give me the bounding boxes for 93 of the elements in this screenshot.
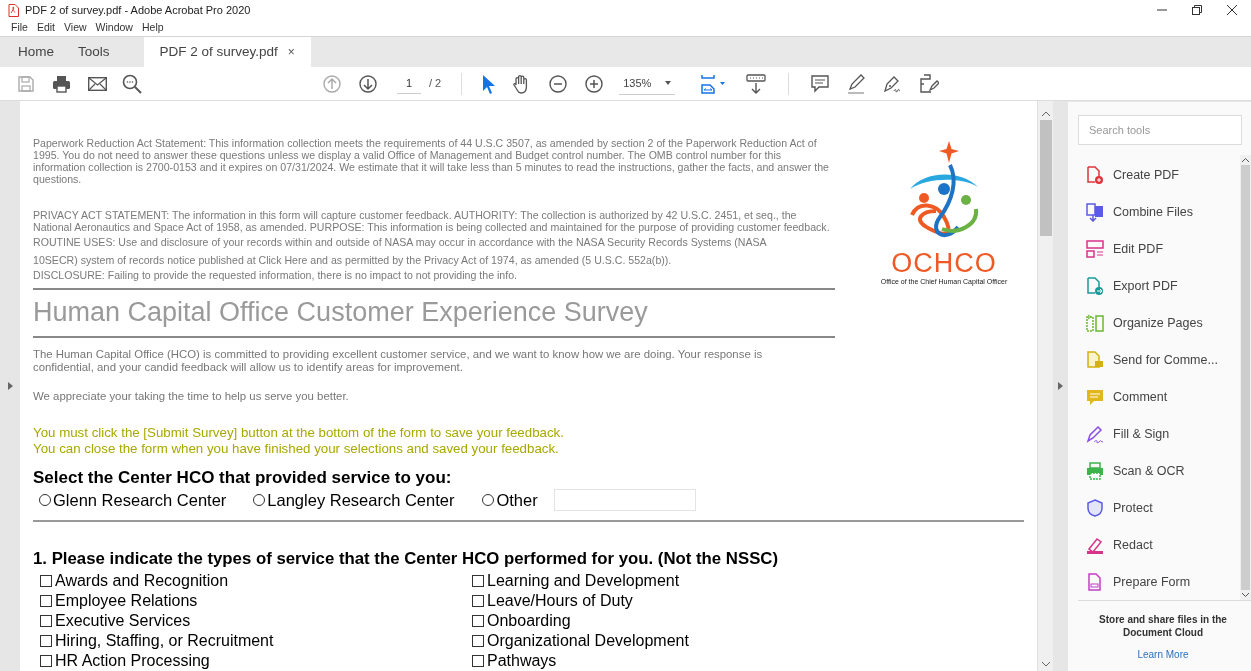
menu-item[interactable]: View (64, 20, 87, 36)
tab[interactable]: Home (6, 37, 66, 67)
menu-item[interactable]: Window (95, 20, 133, 36)
other-text-field[interactable] (553, 489, 696, 511)
intro-paragraph: The Human Capital Office (HCO) is committed to providing excellent customer service, and we want to know how we are doing. Your response is confidential, and your candid feedback will allow us to identify areas for improvement. (33, 348, 764, 374)
scroll-thumb[interactable] (1039, 120, 1052, 236)
radio-option[interactable]: Other (482, 487, 538, 513)
tool-item[interactable]: Combine Files (1078, 194, 1240, 231)
fit-page-icon[interactable] (700, 73, 727, 94)
tool-item[interactable]: Scan & OCR (1078, 453, 1240, 490)
files-merge-icon (1086, 203, 1104, 222)
comment-icon[interactable] (811, 74, 830, 93)
zoom-in-icon[interactable] (585, 74, 604, 93)
tool-item[interactable]: Protect (1078, 490, 1240, 527)
checkbox-option[interactable]: Pathways (472, 651, 1024, 671)
cloud-promo-text: Store and share files in the Document Cloud (1098, 613, 1228, 639)
close-icon[interactable] (1227, 5, 1237, 15)
instruction-text: You must click the [Submit Survey] button at the bottom of the form to save your feedback. (33, 425, 565, 441)
expand-panel-icon[interactable] (7, 382, 13, 390)
scrollbar[interactable] (1037, 101, 1053, 671)
scroll-up-icon[interactable] (1041, 111, 1050, 116)
logo-wordmark: OCHCO (891, 249, 997, 277)
close-tab-icon[interactable]: × (287, 43, 295, 61)
tool-item[interactable]: Redact (1078, 527, 1240, 564)
checkbox-option[interactable]: Hiring, Staffing, or Recruitment (40, 631, 472, 651)
tool-item[interactable]: Organize Pages (1078, 305, 1240, 342)
highlighter-icon[interactable] (846, 73, 867, 94)
selection-pointer-icon[interactable] (482, 73, 497, 94)
checkbox-option[interactable]: HR Action Processing (40, 651, 472, 671)
pages-organize-icon (1086, 314, 1104, 333)
maximize-icon[interactable] (1192, 5, 1202, 15)
layout-edit-icon (1086, 240, 1104, 259)
form-file-icon (1086, 573, 1104, 592)
scroll-thumb[interactable] (1241, 165, 1250, 590)
mail-icon[interactable] (88, 76, 107, 91)
menu-item[interactable]: Help (141, 20, 164, 36)
radio-option[interactable]: Glenn Research Center (39, 487, 227, 513)
scanner-icon (1086, 462, 1104, 481)
notice-paragraph: Paperwork Reduction Act Statement: This information collection meets the requirements of 44 U.S.C 3507, as amended by section 2 of the Paperwork Reduction Act of 1995. You do not need to answer these questions unless we display a valid Office of Management and Budget control number. The OMB control number for this information collection is 2700-0153 and it expires on 07/31/2024. We estimate that it will take less than 5 minutes to read the instructions, gather the facts, and answer the questions. (33, 137, 830, 185)
checkbox-option[interactable]: Onboarding (472, 611, 1024, 631)
file-export-icon (1086, 277, 1104, 296)
question-label: Select the Center HCO that provided service to you: (33, 468, 453, 488)
zoom-dropdown[interactable]: 135% (619, 72, 676, 95)
shield-icon (1086, 499, 1104, 518)
radio-option[interactable]: Langley Research Center (253, 487, 455, 513)
zoom-out-icon[interactable] (549, 74, 568, 93)
search-tools-field[interactable]: Search tools (1078, 115, 1242, 145)
tool-item[interactable]: Comment (1078, 379, 1240, 416)
menu-item[interactable]: File (11, 20, 28, 36)
tool-item[interactable]: Prepare Form (1078, 564, 1240, 601)
checkbox-option[interactable]: Employee Relations (40, 591, 472, 611)
file-plus-icon (1086, 166, 1104, 185)
instruction-text: You can close the form when you have finished your selections and saved your feedback. (33, 441, 560, 457)
scroll-down-icon[interactable] (1242, 593, 1249, 597)
speech-bubble-icon (1086, 388, 1104, 407)
survey-title: Human Capital Office Customer Experience Survey (33, 296, 649, 328)
page-number-field[interactable]: 1 (397, 73, 421, 94)
tool-item[interactable]: Edit PDF (1078, 231, 1240, 268)
marker-icon (1086, 536, 1104, 555)
stamp-edit-icon[interactable] (918, 73, 940, 94)
privacy-paragraph: 10SECR) system of records notice published at Click Here and as permitted by the Privacy Act of 1974, as amended (5 U.S.C. 552a(b)). (33, 254, 673, 266)
search-icon[interactable] (122, 73, 142, 94)
checkbox-option[interactable]: Learning and Development (472, 571, 1024, 591)
checkbox-option[interactable]: Leave/Hours of Duty (472, 591, 1024, 611)
tab[interactable]: PDF 2 of survey.pdf × (143, 37, 311, 67)
tool-item[interactable]: Send for Comme... (1078, 342, 1240, 379)
intro-paragraph: We appreciate your taking the time to help us serve you better. (33, 390, 350, 403)
tool-item[interactable]: Create PDF (1078, 157, 1240, 194)
checkbox-option[interactable]: Executive Services (40, 611, 472, 631)
checkbox-option[interactable]: Awards and Recognition (40, 571, 472, 591)
scrollbar[interactable] (1240, 155, 1251, 600)
checkbox-option[interactable]: Organizational Development (472, 631, 1024, 651)
tool-item[interactable]: Export PDF (1078, 268, 1240, 305)
caret-icon (665, 81, 672, 85)
scroll-up-icon[interactable] (1242, 158, 1249, 162)
arrow-down-icon[interactable] (359, 74, 377, 93)
scroll-mode-icon[interactable] (746, 73, 767, 94)
window-title: PDF 2 of survey.pdf - Adobe Acrobat Pro 2020 (25, 2, 251, 18)
privacy-paragraph: DISCLOSURE: Failing to provide the requested information, there is no impact to not providing the info. (33, 269, 519, 281)
learn-more-link[interactable]: Learn More (1137, 647, 1189, 662)
tab[interactable]: Tools (66, 37, 122, 67)
question-label: 1. Please indicate the types of service that the Center HCO performed for you. (Not the NSSC) (33, 549, 780, 569)
tool-item[interactable]: Fill & Sign (1078, 416, 1240, 453)
privacy-paragraph: ROUTINE USES: Use and disclosure of your records within and outside of NASA may occur in accordance with the NASA Security Records Systems (NASA (33, 236, 768, 248)
pdf-file-icon (8, 3, 19, 17)
scroll-down-icon[interactable] (1041, 662, 1050, 667)
pen-sign-icon (1086, 425, 1104, 444)
page-count: / 2 (429, 76, 442, 92)
privacy-paragraph: PRIVACY ACT STATEMENT: The information in this form will capture customer feedback. AUTHORITY: The collection is authorized by 42 U.S.C. 2451, et seq., the National Aeronautics and Space Act of 1958, as amended. PURPOSE: This information is being collected and maintained for the purpose of providing customer feedback. (33, 209, 831, 233)
file-comment-icon (1086, 351, 1104, 370)
collapse-panel-icon[interactable] (1058, 382, 1063, 390)
menu-item[interactable]: Edit (36, 20, 55, 36)
print-icon[interactable] (52, 74, 71, 93)
